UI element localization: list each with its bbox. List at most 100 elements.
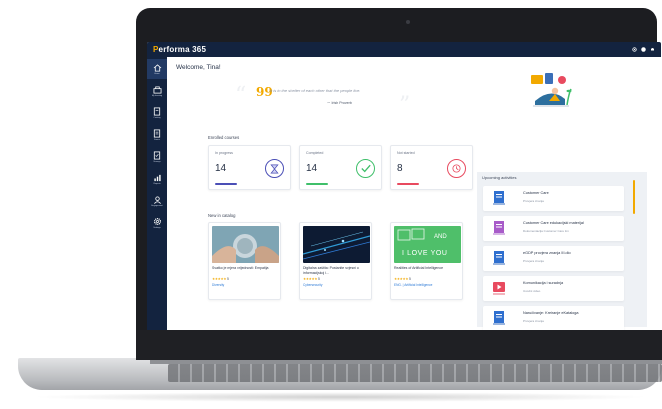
top-actions — [632, 47, 655, 52]
sidebar: Home My learning Catalog Forms Surveys R… — [147, 57, 167, 330]
quote-text: It is in the shelter of each other that … — [270, 88, 361, 93]
star-rating: ★★★★★ 5 — [303, 277, 320, 281]
sidebar-item-label: Surveys — [153, 161, 161, 163]
sidebar-item-engagement[interactable]: Engagement — [147, 191, 167, 211]
help-icon[interactable] — [641, 47, 646, 52]
activity-title: Customer Care — [523, 191, 549, 195]
catalog-card-tag[interactable]: Diversity — [212, 283, 224, 287]
robot-i-love-you-image: AND I LOVE YOU — [394, 226, 461, 263]
home-icon — [153, 63, 161, 72]
clock-icon — [447, 159, 466, 178]
sidebar-item-label: Home — [154, 72, 160, 75]
star-rating: ★★★★★ 5 — [394, 277, 411, 281]
sidebar-item-forms[interactable]: Forms — [147, 125, 167, 145]
enrolled-courses-title: Enrolled courses — [208, 135, 240, 140]
quote-background-mark: ” — [399, 93, 411, 118]
image-caption-line1: AND — [434, 234, 447, 240]
app-screen: Performa 365 Home My learning Catalog Fo… — [147, 42, 661, 330]
activity-subtitle: Provjera znanja — [523, 259, 544, 263]
stat-card-not-started[interactable]: Not started 8 — [390, 145, 473, 190]
circuit-image — [303, 226, 370, 263]
laptop-keyboard — [168, 364, 662, 382]
activity-item[interactable]: Customer Care edukacijski materijal Doku… — [483, 216, 624, 241]
catalog-card-title: Svatko je mjera vrijednosti: Empatija — [212, 266, 269, 270]
sidebar-item-catalog[interactable]: Catalog — [147, 103, 167, 123]
reports-icon — [153, 174, 161, 181]
sidebar-item-label: Engagement — [151, 204, 163, 207]
star-rating: ★★★★★ 5 — [212, 277, 229, 281]
check-circle-icon — [356, 159, 375, 178]
activity-title: Naručivanje: Kreiranje eKataloga — [523, 311, 579, 315]
document-blue-icon — [493, 191, 505, 205]
catalog-card-tag[interactable]: Cybersecurity — [303, 283, 323, 287]
activity-title: Customer Care edukacijski materijal — [523, 221, 584, 225]
new-in-catalog-title: New in catalog — [208, 213, 236, 218]
laptop-frame: Performa 365 Home My learning Catalog Fo… — [0, 0, 662, 409]
upcoming-activities-panel: Upcoming activities Customer Care Provje… — [477, 172, 647, 330]
stat-value: 14 — [215, 163, 227, 174]
sidebar-item-home[interactable]: Home — [147, 59, 167, 79]
activity-subtitle: Uvodni video — [523, 289, 541, 293]
stat-progress-bar — [397, 183, 419, 185]
reading-person-illustration — [531, 73, 572, 107]
laptop-shadow — [30, 392, 650, 402]
sidebar-item-surveys[interactable]: Surveys — [147, 147, 167, 167]
document-blue-icon — [493, 251, 505, 265]
activity-subtitle: Provjera znanja — [523, 199, 544, 203]
stat-label: In progress — [215, 151, 233, 155]
sidebar-item-settings[interactable]: Settings — [147, 213, 167, 233]
sidebar-item-reports[interactable]: Reports — [147, 169, 167, 189]
stat-value: 8 — [397, 163, 403, 174]
activity-item[interactable]: Komunikacija i suradnja Uvodni video — [483, 276, 624, 301]
stat-card-completed[interactable]: Completed 14 — [299, 145, 382, 190]
document-purple-icon — [493, 221, 505, 235]
brand-logo[interactable]: Performa 365 — [153, 45, 206, 54]
engagement-icon — [153, 195, 161, 204]
upcoming-activities-title: Upcoming activities — [482, 175, 517, 180]
activity-subtitle: Provjera znanja — [523, 319, 544, 323]
catalog-icon — [153, 107, 161, 116]
forms-icon — [153, 129, 161, 138]
hands-globe-image — [212, 226, 279, 263]
activity-item[interactable]: Customer Care Provjera znanja — [483, 186, 624, 211]
sidebar-item-label: Settings — [153, 227, 161, 229]
quote-author: ∼ Irish Proverb — [327, 100, 352, 105]
settings-icon[interactable] — [632, 47, 637, 52]
stat-progress-bar — [215, 183, 237, 185]
activity-title: eGDP provjera znanja III.dio — [523, 251, 571, 255]
catalog-card-tag[interactable]: ENG. | Artificial Intelligence — [394, 283, 432, 287]
catalog-card-title: Realities of Artificial Intelligence — [394, 266, 444, 270]
sidebar-item-my-learning[interactable]: My learning — [147, 81, 167, 101]
activity-item[interactable]: Naručivanje: Kreiranje eKataloga Provjer… — [483, 306, 624, 330]
learning-icon — [153, 85, 161, 94]
sidebar-item-label: Catalog — [153, 117, 161, 119]
activity-item[interactable]: eGDP provjera znanja III.dio Provjera zn… — [483, 246, 624, 271]
catalog-card[interactable]: Digitalna zaštita: Postanite svjesni o i… — [299, 222, 372, 300]
camera — [406, 20, 410, 24]
sidebar-item-label: Forms — [154, 139, 160, 141]
main-content: Welcome, Tina! “ ” 99 It is in the shelt… — [167, 57, 661, 330]
catalog-card[interactable]: AND I LOVE YOU Realities of Artificial I… — [390, 222, 463, 300]
top-bar: Performa 365 — [147, 42, 661, 57]
scrollbar-thumb[interactable] — [633, 180, 635, 214]
catalog-card-title: Digitalna zaštita: Postanite svjesni o i… — [303, 266, 359, 275]
stat-label: Completed — [306, 151, 324, 155]
activity-subtitle: Dokumentacija Customer Care tim — [523, 229, 569, 233]
notifications-icon[interactable] — [650, 47, 655, 52]
sidebar-item-label: My learning — [151, 94, 163, 97]
activity-title: Komunikacija i suradnja — [523, 281, 564, 285]
video-red-icon — [493, 282, 505, 295]
screen-bezel-bottom — [136, 330, 662, 360]
sidebar-item-label: Reports — [153, 182, 161, 185]
quote-background-mark: “ — [235, 83, 247, 108]
stat-card-in-progress[interactable]: In progress 14 — [208, 145, 291, 190]
catalog-card[interactable]: Svatko je mjera vrijednosti: Empatija ★★… — [208, 222, 281, 300]
stat-progress-bar — [306, 183, 328, 185]
document-blue-icon — [493, 311, 505, 325]
image-caption-line2: I LOVE YOU — [402, 250, 448, 257]
hourglass-icon — [265, 159, 284, 178]
surveys-icon — [153, 151, 161, 160]
page-title: Welcome, Tina! — [176, 64, 221, 71]
robot-icon — [397, 228, 425, 241]
stat-label: Not started — [397, 151, 415, 155]
